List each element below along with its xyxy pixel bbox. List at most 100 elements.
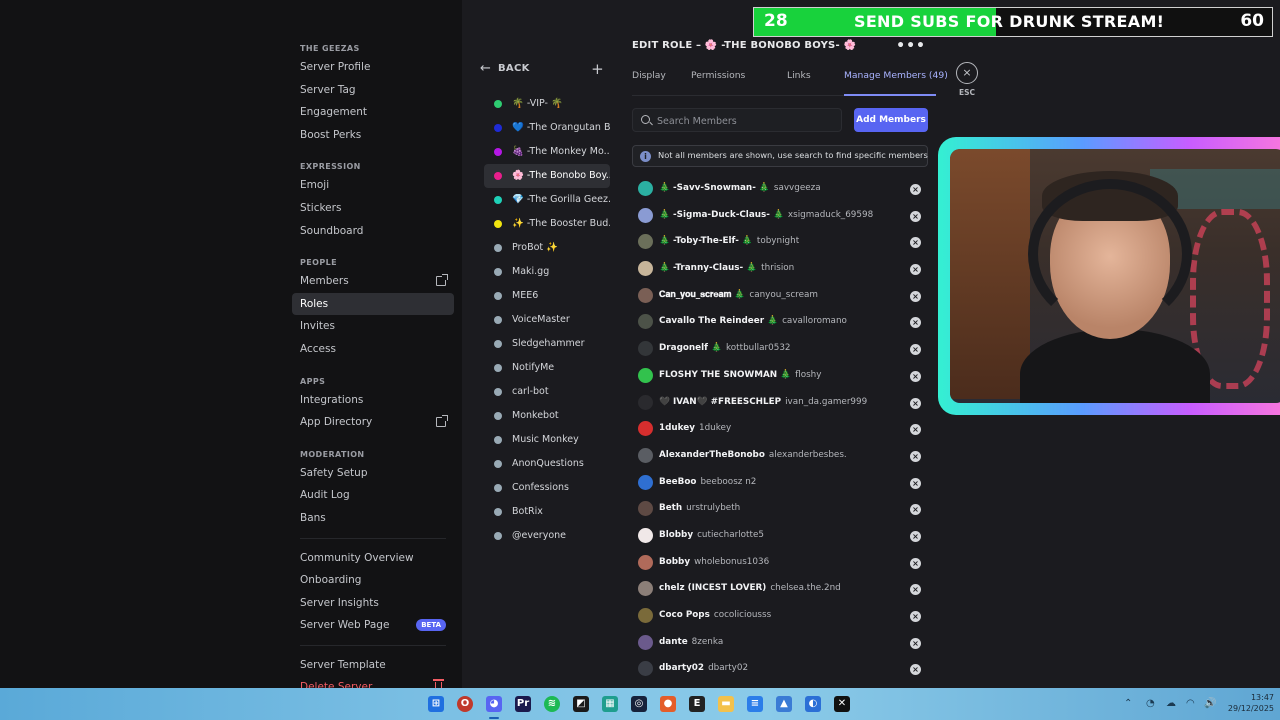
edge-icon[interactable]: ◐ — [805, 696, 821, 712]
role-item[interactable]: VoiceMaster — [484, 308, 610, 332]
role-item[interactable]: MEE6 — [484, 284, 610, 308]
member-search-box[interactable] — [632, 108, 842, 132]
nvidia-icon[interactable]: ◩ — [573, 696, 589, 712]
role-item[interactable]: Maki.gg — [484, 260, 610, 284]
network-icon[interactable]: ◔ — [1146, 698, 1155, 709]
sidebar-item-onboarding[interactable]: Onboarding — [292, 569, 454, 592]
remove-member-icon[interactable]: × — [910, 370, 921, 382]
sidebar-item-invites[interactable]: Invites — [292, 315, 454, 338]
tab-links[interactable]: Links — [787, 70, 811, 81]
role-color-dot — [494, 100, 502, 108]
remove-member-icon[interactable]: × — [910, 424, 921, 436]
role-item[interactable]: ProBot ✨ — [484, 236, 610, 260]
role-item[interactable]: Monkebot — [484, 404, 610, 428]
capcut-icon[interactable]: ✕ — [834, 696, 850, 712]
steam-icon[interactable]: ◎ — [631, 696, 647, 712]
role-item[interactable]: AnonQuestions — [484, 452, 610, 476]
sidebar-item-roles[interactable]: Roles — [292, 292, 454, 316]
remove-member-icon[interactable]: × — [910, 264, 921, 276]
role-item[interactable]: 💎 -The Gorilla Geez... — [484, 188, 610, 212]
spotify-icon[interactable]: ≋ — [544, 696, 560, 712]
capture-icon[interactable]: ▲ — [776, 696, 792, 712]
role-item[interactable]: Music Monkey — [484, 428, 610, 452]
remove-member-icon[interactable]: × — [910, 210, 921, 222]
sidebar-item-access[interactable]: Access — [292, 338, 454, 361]
sidebar-item-stickers[interactable]: Stickers — [292, 197, 454, 220]
remove-member-icon[interactable]: × — [910, 397, 921, 409]
remove-member-icon[interactable]: × — [910, 611, 921, 622]
remove-member-icon[interactable]: × — [910, 184, 921, 195]
create-role-button[interactable]: + — [591, 58, 604, 80]
ea-icon[interactable]: ● — [660, 696, 676, 712]
sidebar-item-server-tag[interactable]: Server Tag — [292, 79, 454, 102]
chevron-up-icon[interactable]: ⌃ — [1124, 698, 1132, 709]
notepad-icon[interactable]: ≡ — [747, 696, 763, 712]
system-clock[interactable]: 13:47 29/12/2025 — [1222, 692, 1274, 714]
member-search-input[interactable] — [657, 113, 837, 129]
sidebar-item-engagement[interactable]: Engagement — [292, 101, 454, 124]
tab-permissions[interactable]: Permissions — [691, 70, 745, 81]
premiere-icon[interactable]: Pr — [515, 696, 531, 712]
remove-member-icon[interactable]: × — [910, 557, 921, 569]
role-item[interactable]: NotifyMe — [484, 356, 610, 380]
sub-goal-target: 60 — [1240, 11, 1264, 31]
avatar — [638, 501, 653, 517]
add-members-button[interactable]: Add Members — [854, 108, 928, 132]
back-button[interactable]: ← BACK + — [478, 58, 610, 80]
sidebar-item-server-profile[interactable]: Server Profile — [292, 56, 454, 79]
role-item[interactable]: 💙 -The Orangutan B... — [484, 116, 610, 140]
sidebar-item-server-web-page[interactable]: Server Web Page BETA — [292, 614, 454, 637]
remove-member-icon[interactable]: × — [910, 344, 921, 356]
sidebar-item-boost-perks[interactable]: Boost Perks — [292, 124, 454, 147]
remove-member-icon[interactable]: × — [910, 290, 921, 302]
sidebar-item-bans[interactable]: Bans — [292, 507, 454, 530]
role-item[interactable]: ✨ -The Booster Bud... — [484, 212, 610, 236]
sidebar-item-audit-log[interactable]: Audit Log — [292, 484, 454, 507]
remove-member-icon[interactable]: × — [910, 664, 921, 676]
member-username: wholebonus1036 — [694, 556, 770, 567]
start-icon[interactable]: ⊞ — [428, 696, 444, 712]
sidebar-item-safety-setup[interactable]: Safety Setup — [292, 462, 454, 485]
sidebar-item-server-template[interactable]: Server Template — [292, 654, 454, 677]
discord-icon[interactable]: ◕ — [486, 696, 502, 712]
remove-member-icon[interactable]: × — [910, 637, 921, 649]
file-explorer-icon[interactable]: ▬ — [718, 696, 734, 712]
sidebar-item-members[interactable]: Members — [292, 270, 454, 293]
sidebar-item-server-insights[interactable]: Server Insights — [292, 592, 454, 615]
streamdeck-icon[interactable]: ▦ — [602, 696, 618, 712]
sidebar-item-emoji[interactable]: Emoji — [292, 174, 454, 197]
role-color-dot — [494, 220, 502, 228]
role-item[interactable]: @everyone — [484, 524, 610, 548]
sidebar-item-soundboard[interactable]: Soundboard — [292, 220, 454, 243]
role-item[interactable]: 🌸 -The Bonobo Boy... — [484, 164, 610, 188]
more-options-icon[interactable]: ••• — [896, 36, 926, 56]
sidebar-item-app-directory[interactable]: App Directory — [292, 411, 454, 434]
opera-icon[interactable]: O — [457, 696, 473, 712]
sidebar-item-community-overview[interactable]: Community Overview — [292, 547, 454, 570]
remove-member-icon[interactable]: × — [910, 450, 921, 462]
member-display-name: chelz (INCEST LOVER) — [659, 583, 767, 594]
onedrive-icon[interactable]: ☁ — [1166, 698, 1176, 709]
close-icon[interactable]: × — [956, 62, 978, 84]
role-item[interactable]: Confessions — [484, 476, 610, 500]
sidebar-item-integrations[interactable]: Integrations — [292, 389, 454, 412]
wifi-icon[interactable]: ◠ — [1186, 698, 1195, 709]
remove-member-icon[interactable]: × — [910, 530, 921, 542]
remove-member-icon[interactable]: × — [910, 477, 921, 489]
member-display-name: BeeBoo — [659, 476, 697, 487]
epic-icon[interactable]: E — [689, 696, 705, 712]
remove-member-icon[interactable]: × — [910, 504, 921, 516]
role-editor: EDIT ROLE – 🌸 -THE BONOBO BOYS- 🌸 ••• Di… — [632, 36, 948, 683]
member-name-block: Dragonelf 🎄 kottbullar0532 — [659, 343, 791, 353]
volume-icon[interactable]: 🔊 — [1204, 698, 1216, 709]
role-item[interactable]: 🌴 -VIP- 🌴 — [484, 92, 610, 116]
tab-display[interactable]: Display — [632, 70, 666, 81]
role-item[interactable]: Sledgehammer — [484, 332, 610, 356]
remove-member-icon[interactable]: × — [910, 317, 921, 329]
remove-member-icon[interactable]: × — [910, 237, 921, 249]
remove-member-icon[interactable]: × — [910, 584, 921, 596]
role-item[interactable]: BotRix — [484, 500, 610, 524]
role-item[interactable]: 🍇 -The Monkey Mo... — [484, 140, 610, 164]
tab-manage-members[interactable]: Manage Members (49) — [844, 70, 948, 81]
role-item[interactable]: carl-bot — [484, 380, 610, 404]
